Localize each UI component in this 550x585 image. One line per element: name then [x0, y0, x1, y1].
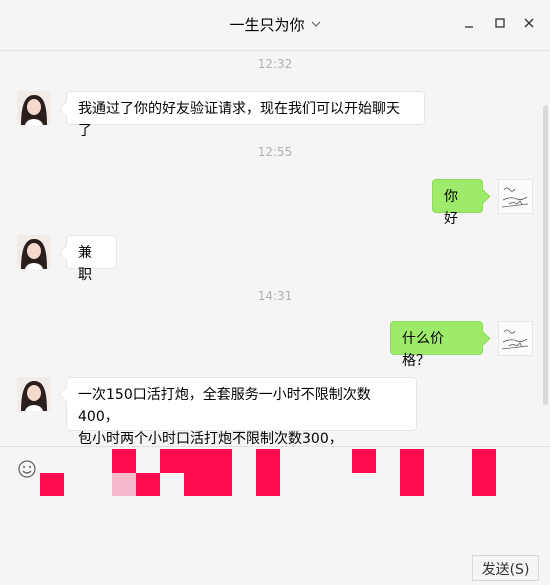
timestamp: 14:31: [257, 289, 293, 303]
message-received[interactable]: 一次150口活打炮，全套服务一小时不限制次数400， 包小时两个小时口活打炮不限…: [66, 377, 417, 446]
chat-scrollbar[interactable]: [543, 105, 548, 405]
timestamp: 12:32: [257, 57, 293, 71]
contact-avatar[interactable]: [17, 91, 51, 125]
message-list[interactable]: 12:32 我通过了你的好友验证请求，现在我们可以开始聊天了 12:55 你好: [0, 51, 550, 446]
contact-avatar[interactable]: [17, 377, 51, 411]
my-avatar[interactable]: [498, 321, 533, 356]
signature-avatar-image: [501, 187, 529, 208]
avatar-image: [17, 377, 51, 411]
timestamp: 12:55: [257, 145, 293, 159]
contact-avatar[interactable]: [17, 235, 51, 269]
close-button[interactable]: [522, 16, 536, 30]
chevron-down-icon[interactable]: [311, 19, 321, 29]
maximize-button[interactable]: [493, 16, 507, 30]
message-sent[interactable]: 你好: [432, 179, 483, 227]
message-sent[interactable]: 什么价格？: [390, 321, 483, 369]
title-bar: 一生只为你: [0, 0, 550, 51]
close-icon: [524, 18, 534, 28]
message-received[interactable]: 兼职: [66, 235, 117, 283]
contact-name: 一生只为你: [229, 16, 305, 34]
minimize-button[interactable]: [462, 16, 476, 30]
minimize-icon: [465, 26, 473, 28]
avatar-image: [17, 235, 51, 269]
avatar-image: [17, 91, 51, 125]
emoji-button[interactable]: [17, 459, 37, 479]
maximize-icon: [495, 18, 505, 28]
signature-avatar-image: [501, 329, 529, 350]
send-button[interactable]: 发送(S): [472, 555, 539, 581]
my-avatar[interactable]: [498, 179, 533, 214]
message-received[interactable]: 我通过了你的好友验证请求，现在我们可以开始聊天了: [66, 91, 425, 139]
emoji-icon: [18, 460, 36, 478]
chat-window: 一生只为你 12:32 我通过了你的好友验证请求，现在我们可以开始聊天了 12:…: [0, 0, 550, 585]
